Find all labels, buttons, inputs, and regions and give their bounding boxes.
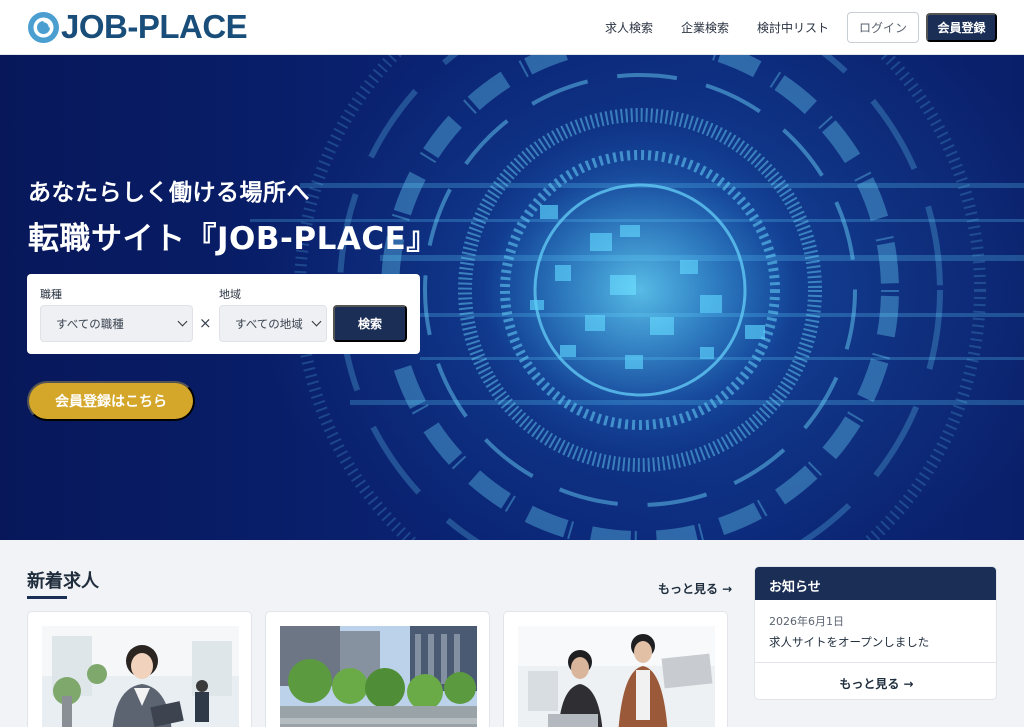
register-cta-button[interactable]: 会員登録はこちら bbox=[27, 381, 195, 421]
job-card[interactable] bbox=[27, 611, 252, 727]
hero-title: 転職サイト『JOB-PLACE』 bbox=[28, 221, 438, 257]
nav-consider-list[interactable]: 検討中リスト bbox=[757, 19, 829, 36]
logo-mark-icon bbox=[28, 11, 59, 43]
job-type-value: すべての職種 bbox=[56, 316, 124, 331]
site-header: JOB-PLACE 求人検索 企業検索 検討中リスト ログイン 会員登録 bbox=[0, 0, 1024, 55]
logo-text: JOB-PLACE bbox=[61, 8, 248, 45]
chevron-down-icon bbox=[311, 316, 322, 327]
job-card[interactable] bbox=[265, 611, 490, 727]
news-more-link[interactable]: もっと見る → bbox=[755, 675, 996, 692]
region-value: すべての地域 bbox=[235, 316, 303, 331]
job-type-label: 職種 bbox=[40, 288, 62, 301]
region-label: 地域 bbox=[219, 288, 241, 301]
site-logo[interactable]: JOB-PLACE bbox=[27, 8, 248, 45]
register-button[interactable]: 会員登録 bbox=[926, 13, 997, 42]
job-card[interactable] bbox=[503, 611, 728, 727]
times-separator: × bbox=[199, 314, 212, 332]
news-item-link[interactable]: 求人サイトをオープンしました bbox=[769, 634, 929, 650]
hero-subtitle: あなたらしく働ける場所へ bbox=[28, 180, 310, 206]
new-jobs-more-link[interactable]: もっと見る → bbox=[658, 580, 732, 597]
job-card-image bbox=[280, 626, 477, 727]
login-button[interactable]: ログイン bbox=[847, 12, 919, 43]
news-panel: お知らせ 2026年6月1日 求人サイトをオープンしました もっと見る → bbox=[754, 566, 997, 700]
job-search-form: 職種 すべての職種 × 地域 すべての地域 検索 bbox=[27, 274, 420, 354]
job-card-image bbox=[42, 626, 239, 727]
divider bbox=[755, 662, 996, 663]
chevron-down-icon bbox=[177, 316, 188, 327]
section-underline bbox=[27, 596, 67, 599]
news-title: お知らせ bbox=[755, 567, 996, 600]
job-card-image bbox=[518, 626, 715, 727]
nav-company-search[interactable]: 企業検索 bbox=[681, 19, 729, 36]
job-type-select[interactable]: すべての職種 bbox=[40, 305, 193, 342]
search-button[interactable]: 検索 bbox=[333, 305, 407, 342]
news-date: 2026年6月1日 bbox=[769, 615, 844, 628]
hero-section: あなたらしく働ける場所へ 転職サイト『JOB-PLACE』 職種 すべての職種 … bbox=[0, 55, 1024, 540]
new-jobs-title: 新着求人 bbox=[27, 571, 99, 592]
region-select[interactable]: すべての地域 bbox=[219, 305, 327, 342]
nav-job-search[interactable]: 求人検索 bbox=[605, 19, 653, 36]
